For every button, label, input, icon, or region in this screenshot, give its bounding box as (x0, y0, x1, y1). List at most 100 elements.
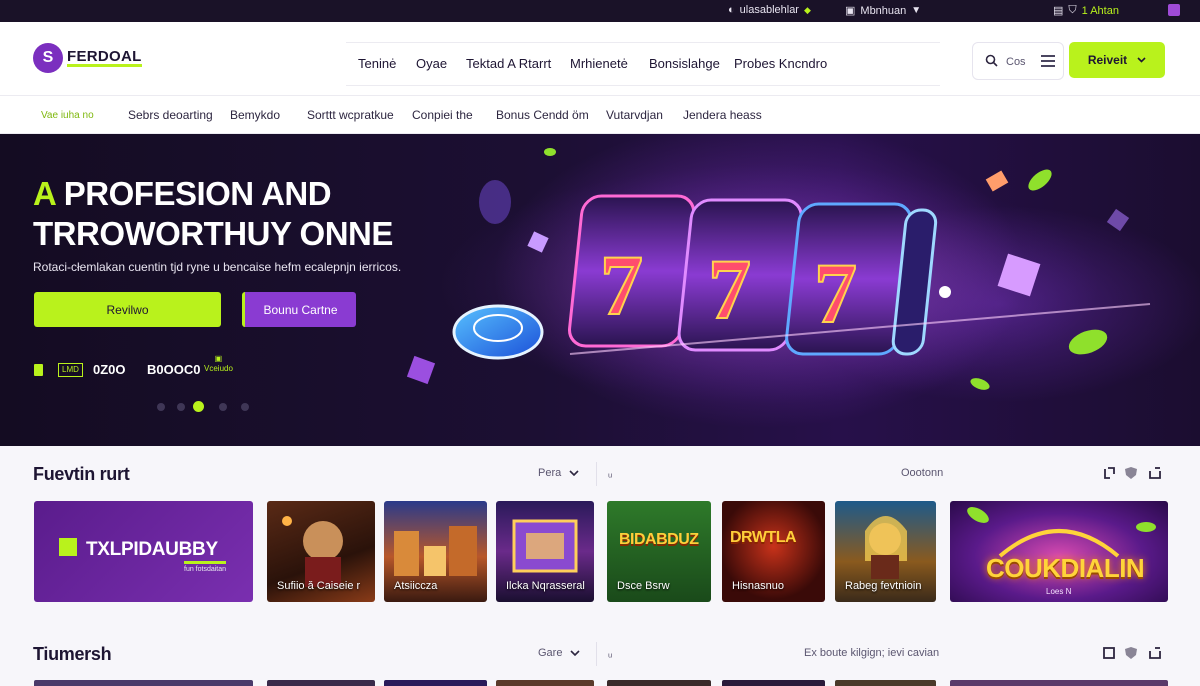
shield-icon: ⛉ (1068, 4, 1077, 16)
header-cta-button[interactable]: Reiveit (1069, 42, 1165, 78)
section-subtext: ᵤ (608, 648, 613, 660)
game-card[interactable]: Sufiio ă Caiseie r (267, 501, 375, 602)
card-art-title: BIDABDUZ (619, 531, 699, 548)
nav-item[interactable]: Oyae (416, 56, 447, 71)
section-filter-dropdown[interactable]: Gare (538, 647, 581, 659)
card-label: Hisnasnuo (732, 580, 784, 592)
game-card[interactable]: DRWTLA Hisnasnuo (722, 501, 825, 602)
util-region[interactable]: ◐ ulasablehlar ◆ (728, 4, 811, 16)
nav-item[interactable]: Teninė (358, 56, 396, 71)
section-divider (596, 462, 597, 486)
hero-title-accent: A (33, 175, 56, 212)
expand-icon[interactable] (1148, 646, 1162, 660)
subnav-item[interactable]: Jendera heass (683, 108, 762, 122)
hero-stats: LMD 0Z0O B0OOC0 ▣ Vceiudo (34, 354, 254, 380)
section-title: Fuevtin rurt (33, 464, 130, 484)
section-right-link[interactable]: Ex boute kilgign; ievi cavian (804, 647, 939, 659)
game-card[interactable] (607, 680, 711, 686)
section-view-controls (1102, 646, 1164, 662)
shield-icon[interactable] (1124, 646, 1138, 660)
slot-machine-illustration: 7 7 7 (406, 148, 1151, 404)
game-card[interactable] (722, 680, 825, 686)
logo-text: FERDOAL (67, 47, 142, 67)
subnav-item[interactable]: Bemykdo (230, 108, 280, 122)
carousel-dot[interactable] (157, 403, 165, 411)
nav-item[interactable]: Probes Kncndro (734, 56, 827, 71)
grid-icon[interactable] (1102, 646, 1116, 660)
game-card-jackpot[interactable]: COUKDIALIN Loes N (950, 501, 1168, 602)
section-right-link[interactable]: Oootonn (901, 467, 943, 479)
search-icon (985, 54, 998, 67)
chevron-down-icon (1137, 57, 1146, 63)
game-card[interactable] (496, 680, 594, 686)
hero-secondary-button[interactable]: Bounu Cartne (242, 292, 356, 327)
stat-icon (34, 364, 43, 376)
hero-title-line2: TRROWORTHUY ONNE (33, 215, 393, 252)
search-button[interactable]: Cos (972, 42, 1064, 80)
section-header-tournaments: Tiumersh Gare ᵤ Ex boute kilgign; ievi c… (0, 638, 1200, 674)
menu-icon[interactable] (1041, 55, 1055, 67)
section-view-controls (1102, 466, 1164, 482)
play-icon (59, 538, 77, 556)
nav-item[interactable]: Tektad A Rtarrt (466, 56, 551, 71)
game-card[interactable] (384, 680, 487, 686)
game-card-featured[interactable]: TXLPIDAUBBY fun fotsdaitan (34, 501, 253, 602)
logo-mark-icon: S (33, 43, 63, 73)
hero-banner: A PROFESION AND TRROWORTHUY ONNE Rotaci-… (0, 134, 1200, 446)
section-divider (596, 642, 597, 666)
main-nav: Teninė Oyae Tektad A Rtarrt Mrhienetė Bo… (346, 42, 940, 86)
nav-item[interactable]: Bonsislahge (649, 56, 720, 71)
stat-value: 0Z0O (93, 362, 126, 377)
game-card[interactable] (950, 680, 1168, 686)
window-icon: ▤ (1053, 5, 1064, 17)
globe-icon: ◐ (728, 4, 735, 16)
site-logo[interactable]: S FERDOAL (33, 43, 142, 73)
game-card[interactable]: Atsiiccza (384, 501, 487, 602)
utility-bar: ◐ ulasablehlar ◆ ▣ Mbnhuan ▼ ▤ ⛉ 1 Ahtan (0, 0, 1200, 22)
util-account[interactable]: ▤ ⛉ 1 Ahtan (1053, 4, 1119, 17)
profile-icon (1168, 4, 1180, 16)
stat-note: ▣ Vceiudo (204, 354, 233, 373)
stat-value: B0OOC0 (147, 362, 201, 377)
subnav-item[interactable]: Sebrs deoarting (128, 108, 213, 122)
refresh-icon[interactable] (1102, 466, 1116, 480)
util-language[interactable]: ▣ Mbnhuan ▼ (845, 4, 921, 18)
online-dot-icon: ◆ (803, 4, 811, 15)
nav-item[interactable]: Mrhienetė (570, 56, 628, 71)
util-profile-button[interactable] (1168, 4, 1180, 16)
svg-text:7: 7 (708, 241, 751, 337)
carousel-dot[interactable] (177, 403, 185, 411)
card-art-title: DRWTLA (730, 529, 797, 546)
subnav-item[interactable]: Vutarvdjan (606, 108, 663, 122)
game-card[interactable]: Ilcka Nqrasseral (496, 501, 594, 602)
game-card[interactable] (835, 680, 936, 686)
game-card[interactable]: BIDABDUZ Dsce Bsrw (607, 501, 711, 602)
carousel-dot[interactable] (219, 403, 227, 411)
device-icon: ▣ (214, 354, 223, 363)
subnav-item-active[interactable]: Vae iuha no (41, 110, 94, 121)
game-card[interactable]: Rabeg fevtnioin (835, 501, 936, 602)
svg-text:7: 7 (814, 245, 857, 341)
carousel-dots (157, 401, 257, 413)
subnav-item[interactable]: Bonus Cendd öm (496, 108, 589, 122)
hero-title: A PROFESION AND TRROWORTHUY ONNE (33, 174, 393, 254)
section-filter-dropdown[interactable]: Pera (538, 467, 579, 479)
card-subtitle: fun fotsdaitan (184, 561, 227, 573)
subnav-item[interactable]: Conpiei the (412, 108, 473, 122)
game-card[interactable] (267, 680, 375, 686)
carousel-dot-active[interactable] (193, 401, 204, 412)
chevron-down-icon (569, 470, 579, 476)
carousel-dot[interactable] (241, 403, 249, 411)
subnav-item[interactable]: Sorttt wcpratkue (307, 108, 394, 122)
section-header-featured: Fuevtin rurt Pera ᵤ Oootonn (0, 458, 1200, 494)
shield-icon[interactable] (1124, 466, 1138, 480)
section-subtext: ᵤ (608, 468, 613, 480)
stat-badge: LMD (58, 363, 83, 377)
section-title: Tiumersh (33, 644, 112, 664)
hero-primary-button[interactable]: Revilwo (34, 292, 221, 327)
game-card[interactable] (34, 680, 253, 686)
sub-nav: Vae iuha no Sebrs deoarting Bemykdo Sort… (0, 96, 1200, 134)
expand-icon[interactable] (1148, 466, 1162, 480)
hero-title-line1: PROFESION AND (63, 175, 332, 212)
chevron-down-icon (570, 650, 581, 656)
